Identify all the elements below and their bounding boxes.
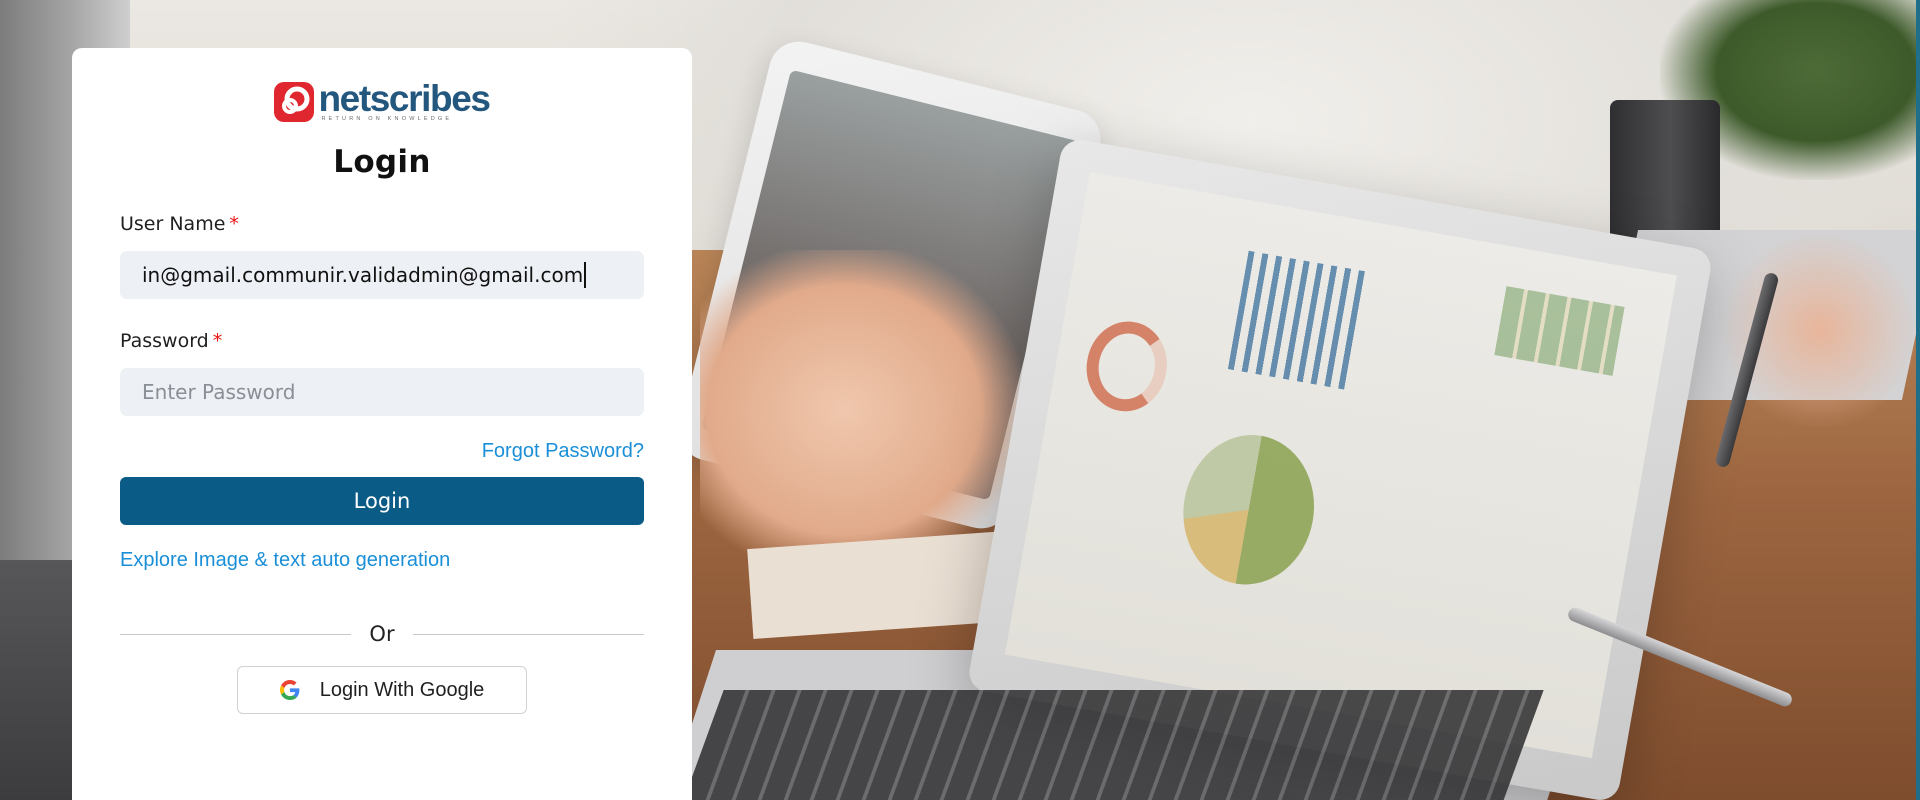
brand-logo: netscribes RETURN ON KNOWLEDGE bbox=[120, 78, 644, 126]
hands bbox=[700, 250, 1020, 570]
explore-generation-link[interactable]: Explore Image & text auto generation bbox=[120, 549, 644, 572]
password-input[interactable]: Enter Password bbox=[120, 368, 644, 416]
google-login-label: Login With Google bbox=[319, 678, 485, 701]
divider-line-right bbox=[412, 633, 645, 635]
page-title: Login bbox=[333, 144, 431, 180]
netscribes-logo-icon bbox=[274, 82, 315, 122]
required-marker: * bbox=[229, 213, 239, 235]
password-placeholder: Enter Password bbox=[142, 380, 296, 404]
dashboard-donut bbox=[1079, 315, 1174, 418]
dashboard-bar-chart bbox=[1227, 250, 1367, 390]
right-edge-bar bbox=[1916, 0, 1920, 800]
notebook bbox=[747, 531, 1013, 639]
dashboard-pie-chart bbox=[1171, 424, 1326, 595]
username-value: in@gmail.communir.validadmin@gmail.com bbox=[142, 263, 584, 287]
text-caret bbox=[584, 262, 587, 288]
username-label-row: User Name * bbox=[120, 213, 644, 235]
laptop-screen-dashboard bbox=[1004, 172, 1677, 759]
username-label: User Name bbox=[120, 213, 226, 235]
google-login-button[interactable]: Login With Google bbox=[237, 666, 527, 714]
or-divider: Or bbox=[120, 622, 645, 646]
login-card: netscribes RETURN ON KNOWLEDGE Login Use… bbox=[72, 48, 692, 800]
password-label: Password bbox=[120, 330, 209, 352]
google-icon bbox=[279, 680, 300, 700]
forgot-password-link[interactable]: Forgot Password? bbox=[120, 440, 644, 463]
login-button[interactable]: Login bbox=[120, 477, 644, 525]
divider-line-left bbox=[120, 633, 352, 635]
dashboard-heatmap bbox=[1494, 286, 1625, 376]
required-marker: * bbox=[212, 330, 223, 352]
username-input[interactable]: in@gmail.communir.validadmin@gmail.com bbox=[120, 251, 644, 299]
keyboard bbox=[676, 690, 1544, 800]
divider-text: Or bbox=[369, 622, 395, 646]
password-label-row: Password * bbox=[120, 330, 644, 352]
brand-tagline: RETURN ON KNOWLEDGE bbox=[321, 116, 453, 122]
brand-name: netscribes bbox=[318, 78, 490, 119]
